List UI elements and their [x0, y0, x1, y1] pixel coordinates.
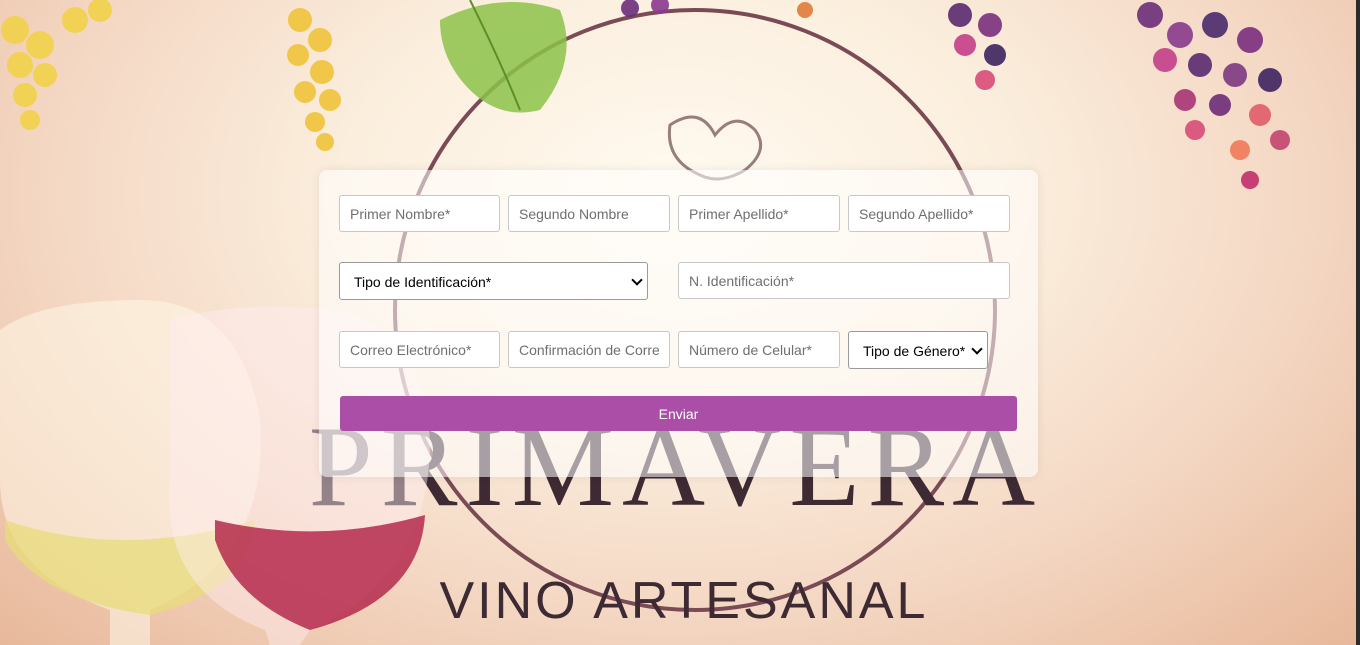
purple-grapes-right — [1137, 2, 1290, 189]
grape-leaf — [440, 2, 567, 113]
correo-input[interactable] — [339, 331, 500, 368]
chevron-down-icon — [631, 274, 643, 286]
confirmacion-correo-input[interactable] — [508, 331, 670, 368]
chevron-down-icon — [971, 343, 983, 355]
segundo-nombre-input[interactable] — [508, 195, 670, 232]
numero-celular-input[interactable] — [678, 331, 840, 368]
n-identificacion-input[interactable] — [678, 262, 1010, 299]
primer-apellido-input[interactable] — [678, 195, 840, 232]
brand-subtitle: VINO ARTESANAL — [440, 572, 929, 630]
yellow-grapes-center — [287, 8, 341, 151]
purple-grapes-top — [621, 0, 1006, 90]
primer-nombre-input[interactable] — [339, 195, 500, 232]
tipo-genero-select[interactable]: Tipo de Género* — [848, 331, 988, 369]
tipo-identificacion-value: Tipo de Identificación* — [354, 274, 492, 290]
yellow-grapes-left — [1, 0, 112, 130]
enviar-button[interactable]: Enviar — [340, 396, 1017, 431]
segundo-apellido-input[interactable] — [848, 195, 1010, 232]
tipo-genero-value: Tipo de Género* — [863, 343, 966, 359]
page-scrollbar[interactable] — [1356, 0, 1360, 645]
tipo-identificacion-select[interactable]: Tipo de Identificación* — [339, 262, 648, 300]
